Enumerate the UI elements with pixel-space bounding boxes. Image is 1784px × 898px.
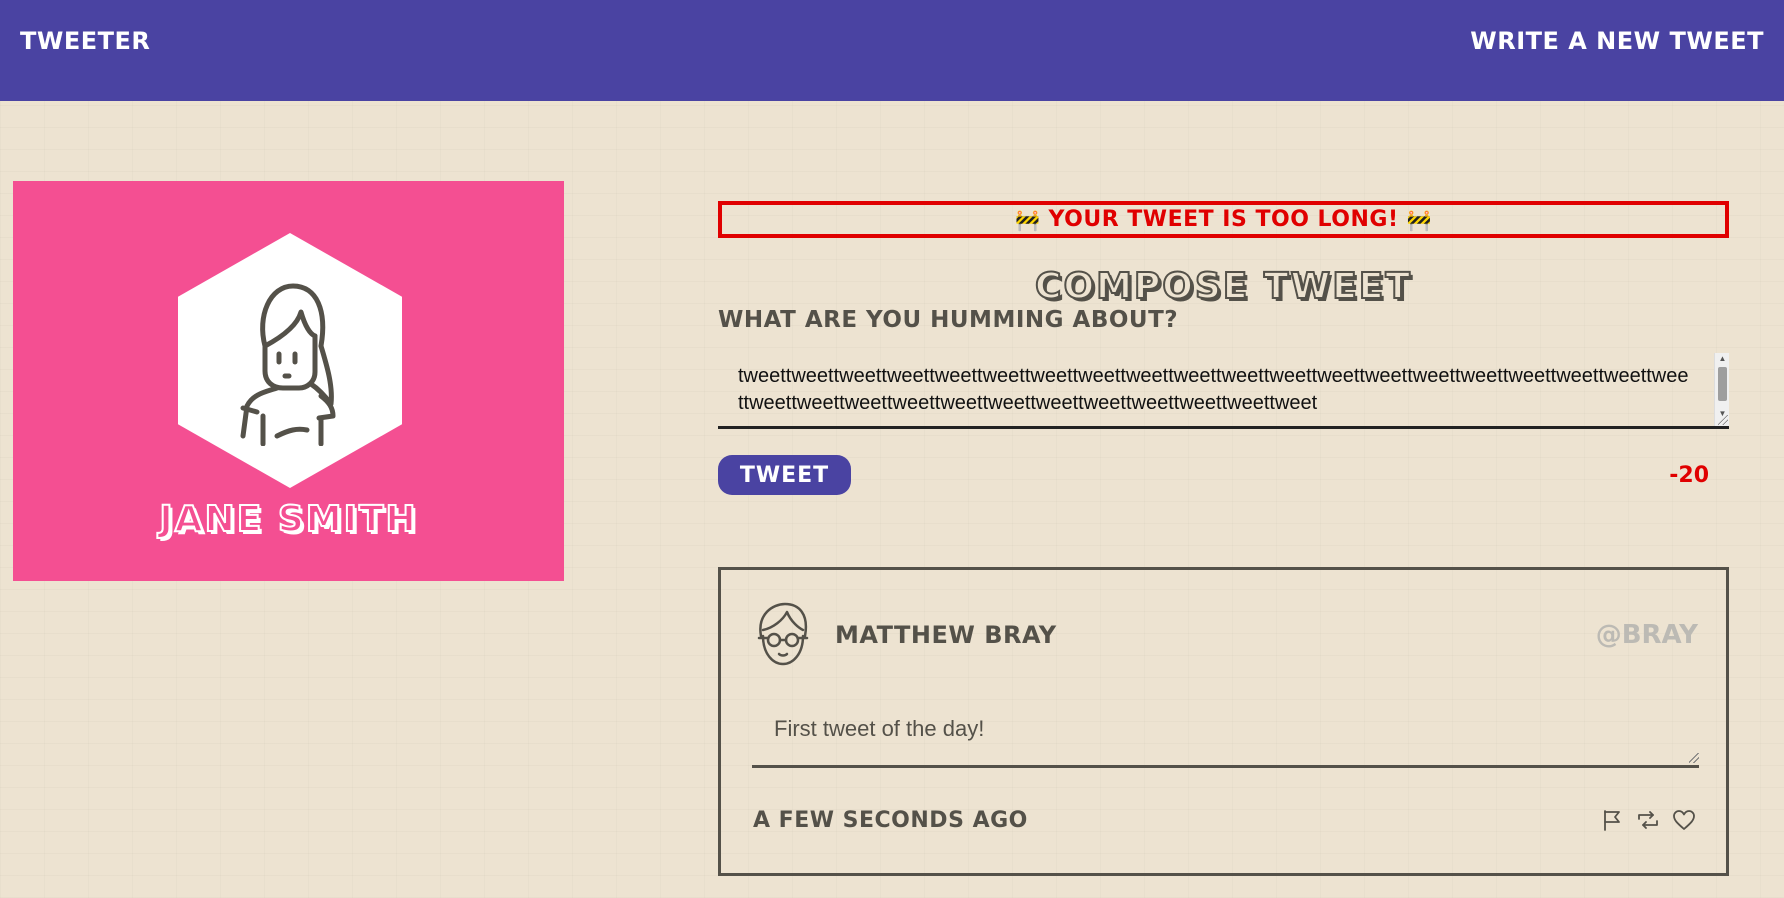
profile-card: JANE SMITH: [13, 181, 564, 581]
tweet-footer: A FEW SECONDS AGO: [753, 802, 1696, 838]
scroll-up-arrow-icon[interactable]: ▲: [1715, 353, 1730, 365]
woman-avatar-icon: [240, 283, 336, 446]
tweet-textarea[interactable]: tweettweettweettweettweettweettweettweet…: [718, 353, 1729, 426]
compose-section: 🚧 YOUR TWEET IS TOO LONG! 🚧 COMPOSE TWEE…: [718, 201, 1729, 495]
tweet-card: MATTHEW BRAY @BRAY First tweet of the da…: [718, 567, 1729, 876]
tweet-author-handle: @BRAY: [1595, 620, 1698, 650]
heart-icon[interactable]: [1672, 808, 1696, 832]
flag-icon[interactable]: [1600, 808, 1624, 832]
tweet-textarea-wrapper: tweettweettweettweettweettweettweettweet…: [718, 353, 1729, 429]
resize-grip-icon[interactable]: [1718, 415, 1728, 425]
scroll-thumb[interactable]: [1718, 367, 1727, 401]
retweet-icon[interactable]: [1636, 808, 1660, 832]
error-message: YOUR TWEET IS TOO LONG!: [1048, 207, 1399, 232]
compose-title: COMPOSE TWEET: [1034, 265, 1412, 308]
resize-grip-icon: [1689, 753, 1699, 763]
tweet-author-name: MATTHEW BRAY: [835, 621, 1057, 649]
tweet-prompt-label: WHAT ARE YOU HUMMING ABOUT?: [718, 307, 1179, 333]
tweet-actions: [1600, 808, 1696, 832]
tweet-body: First tweet of the day!: [774, 716, 985, 741]
tweet-header: MATTHEW BRAY @BRAY: [753, 600, 1698, 670]
brand-logo-link[interactable]: TWEETER: [20, 27, 150, 55]
error-banner: 🚧 YOUR TWEET IS TOO LONG! 🚧: [718, 201, 1729, 238]
tweet-timestamp: A FEW SECONDS AGO: [753, 807, 1028, 833]
profile-avatar-frame: [178, 233, 402, 488]
write-new-tweet-link[interactable]: WRITE A NEW TWEET: [1470, 27, 1764, 55]
construction-icon: 🚧: [1015, 207, 1041, 232]
construction-icon: 🚧: [1406, 207, 1432, 232]
profile-name: JANE SMITH: [158, 498, 418, 541]
navbar: TWEETER WRITE A NEW TWEET: [0, 0, 1784, 101]
character-counter: -20: [1669, 462, 1709, 488]
man-with-glasses-avatar-icon: [757, 602, 809, 666]
submit-row: TWEET -20: [718, 455, 1729, 495]
tweet-body-wrapper: First tweet of the day!: [752, 710, 1699, 768]
tweet-submit-button[interactable]: TWEET: [718, 455, 851, 495]
